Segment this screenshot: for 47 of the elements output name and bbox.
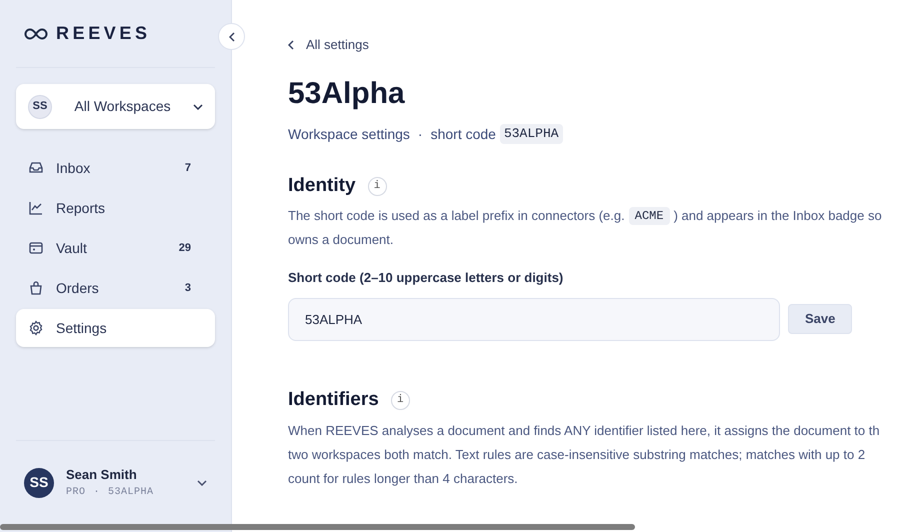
- description-text: ) and appears in the Inbox badge so: [674, 207, 882, 225]
- code-chip: ACME: [628, 207, 670, 225]
- shopping-bag-icon: [28, 280, 44, 296]
- subtitle-text: Workspace settings: [288, 124, 410, 144]
- chevron-down-icon[interactable]: [197, 480, 207, 486]
- description-text: two workspaces both match. Text rules are case-insensitive substring matches; matches with up to 2: [288, 446, 866, 462]
- description-text: When REEVES analyses a document and finds ANY identifier listed here, it assigns the document to th: [288, 422, 880, 438]
- section-heading: Identity: [288, 174, 356, 198]
- line-chart-icon: [28, 200, 44, 216]
- nav-item[interactable]: Reports: [16, 189, 215, 227]
- nav-item[interactable]: Settings: [16, 309, 215, 347]
- item-count: 29: [178, 240, 192, 256]
- field-label: Short code (2–10 uppercase letters or digits): [288, 269, 564, 287]
- page-title: 53Alpha: [288, 76, 406, 112]
- infinity-logo-icon: [24, 28, 48, 40]
- settings-icon: [28, 320, 44, 336]
- save-button[interactable]: Save: [788, 304, 852, 334]
- horizontal-scrollbar[interactable]: [0, 524, 635, 530]
- section-heading: Identifiers: [288, 388, 379, 412]
- chevron-left-icon: [228, 32, 234, 42]
- description-text: The short code is used as a label prefix in connectors (e.g.: [288, 207, 625, 225]
- user-name: Sean Smith: [66, 466, 138, 484]
- nav-item[interactable]: Orders 3: [16, 269, 215, 307]
- short-code-field[interactable]: 53ALPHA: [288, 298, 780, 340]
- description-text: count for rules longer than 4 characters.: [288, 470, 518, 486]
- logo-text: REEVES: [56, 22, 151, 45]
- avatar: SS: [28, 94, 52, 118]
- chevron-left-icon: [288, 40, 294, 50]
- item-count: 3: [184, 280, 192, 296]
- back-link[interactable]: All settings: [288, 36, 924, 54]
- plan-label: PRO: [66, 486, 86, 500]
- nav-item[interactable]: Inbox 7: [16, 149, 215, 187]
- code-chip: 53ALPHA: [500, 124, 563, 144]
- info-icon[interactable]: i: [390, 391, 410, 410]
- user-code: 53ALPHA: [108, 486, 154, 500]
- description-text: owns a document.: [288, 232, 394, 247]
- safe-icon: [28, 240, 44, 256]
- info-icon[interactable]: i: [368, 176, 387, 196]
- separator: ·: [418, 124, 423, 144]
- user-avatar: SS: [24, 468, 54, 498]
- separator: ·: [94, 486, 100, 500]
- workspace-selector[interactable]: SS All Workspaces: [16, 84, 215, 129]
- item-count: 7: [184, 160, 192, 176]
- subtitle-label: short code: [430, 124, 496, 144]
- collapse-sidebar-button[interactable]: [218, 23, 245, 50]
- nav-item[interactable]: Vault 29: [16, 229, 215, 267]
- chevron-down-icon: [193, 104, 203, 110]
